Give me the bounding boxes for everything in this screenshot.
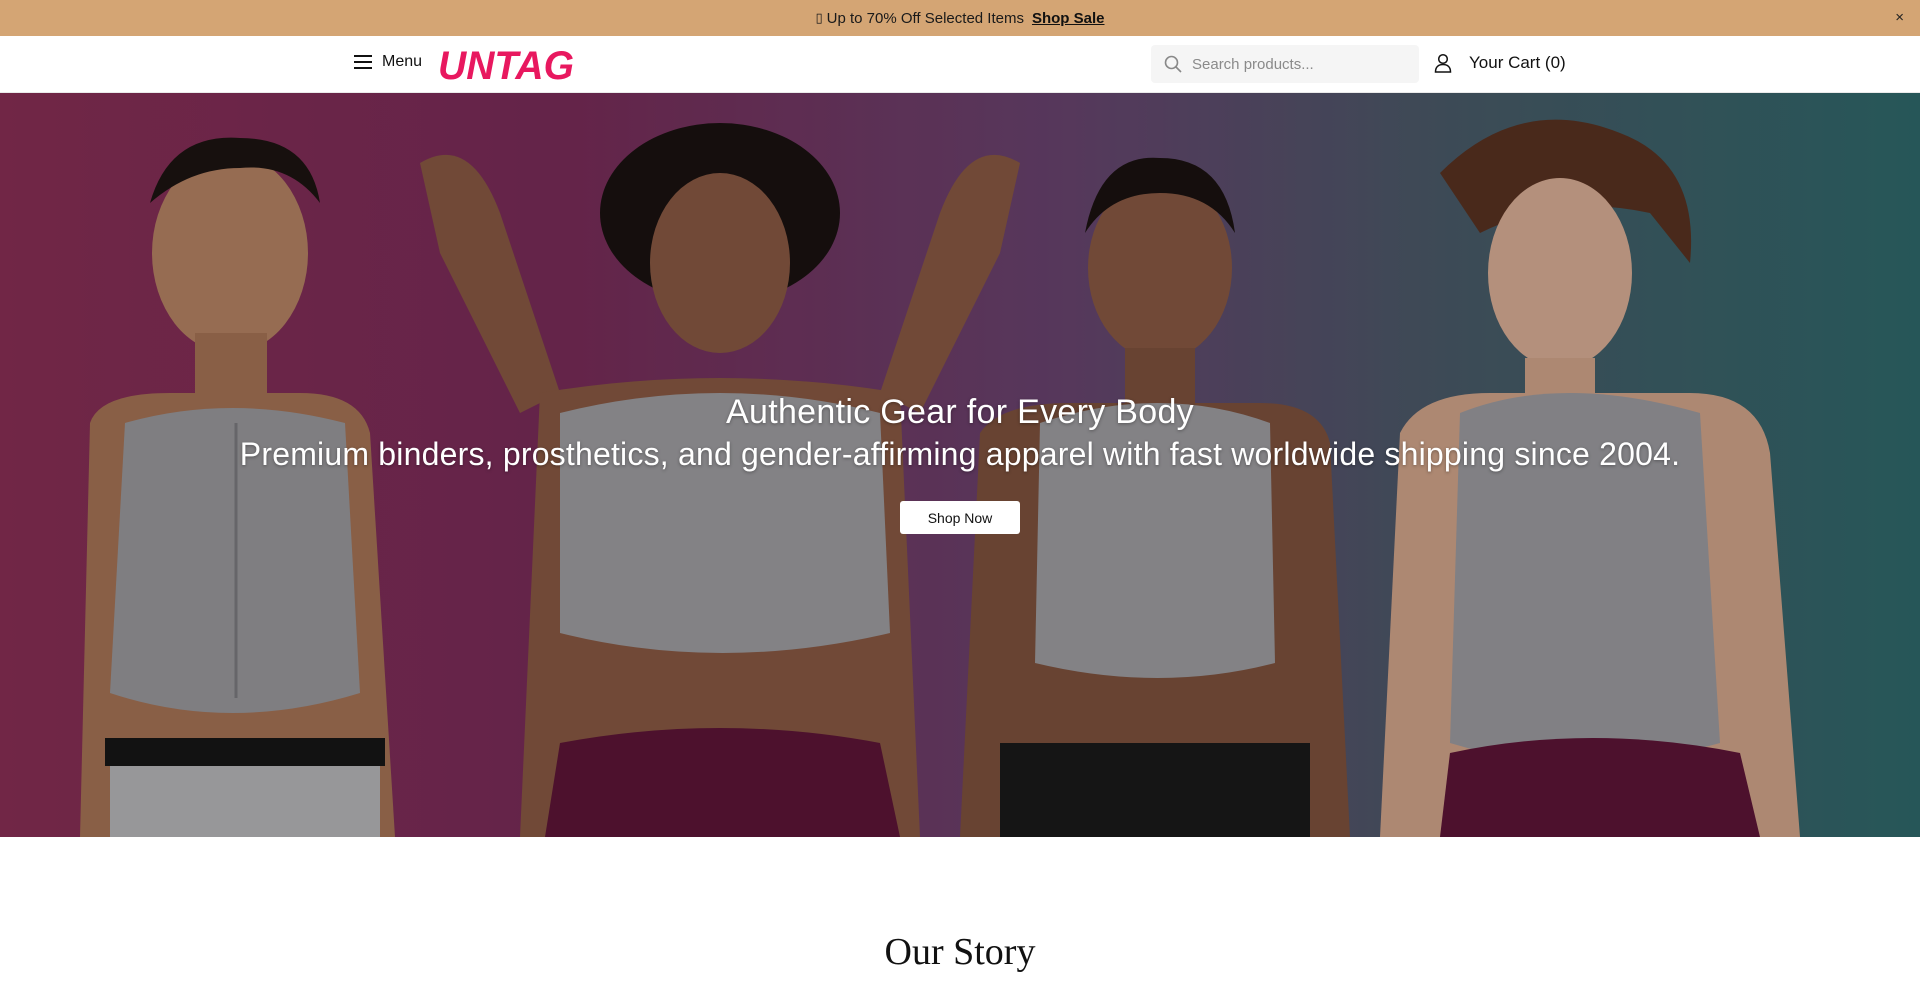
search-input[interactable] [1192,55,1392,73]
close-icon[interactable]: × [1895,9,1904,26]
hero-title: Authentic Gear for Every Body [726,393,1194,431]
promo-text: Up to 70% Off Selected Items [826,9,1024,27]
user-icon [1434,53,1452,73]
account-button[interactable] [1434,53,1452,78]
shop-sale-link[interactable]: Shop Sale [1032,10,1105,27]
menu-label: Menu [382,53,423,70]
hero-subtitle: Premium binders, prosthetics, and gender… [239,436,1681,472]
brand-logo[interactable]: UNTAG [436,42,578,86]
announcement-bar: ▯ Up to 70% Off Selected Items Shop Sale… [0,0,1920,36]
search-bar[interactable] [1151,45,1419,83]
search-icon [1164,55,1182,73]
story-heading: Our Story [884,931,1036,973]
site-header: Menu UNTAG Your Cart (0) [0,36,1920,93]
cart-link[interactable]: Your Cart (0) [1469,53,1566,73]
hero-banner: Authentic Gear for Every Body Premium bi… [0,93,1920,837]
promo-icon: ▯ [815,10,823,25]
logo-text: UNTAG [438,44,574,86]
menu-button[interactable]: Menu [354,53,422,71]
hamburger-icon [354,55,372,69]
shop-now-button[interactable]: Shop Now [900,501,1020,534]
